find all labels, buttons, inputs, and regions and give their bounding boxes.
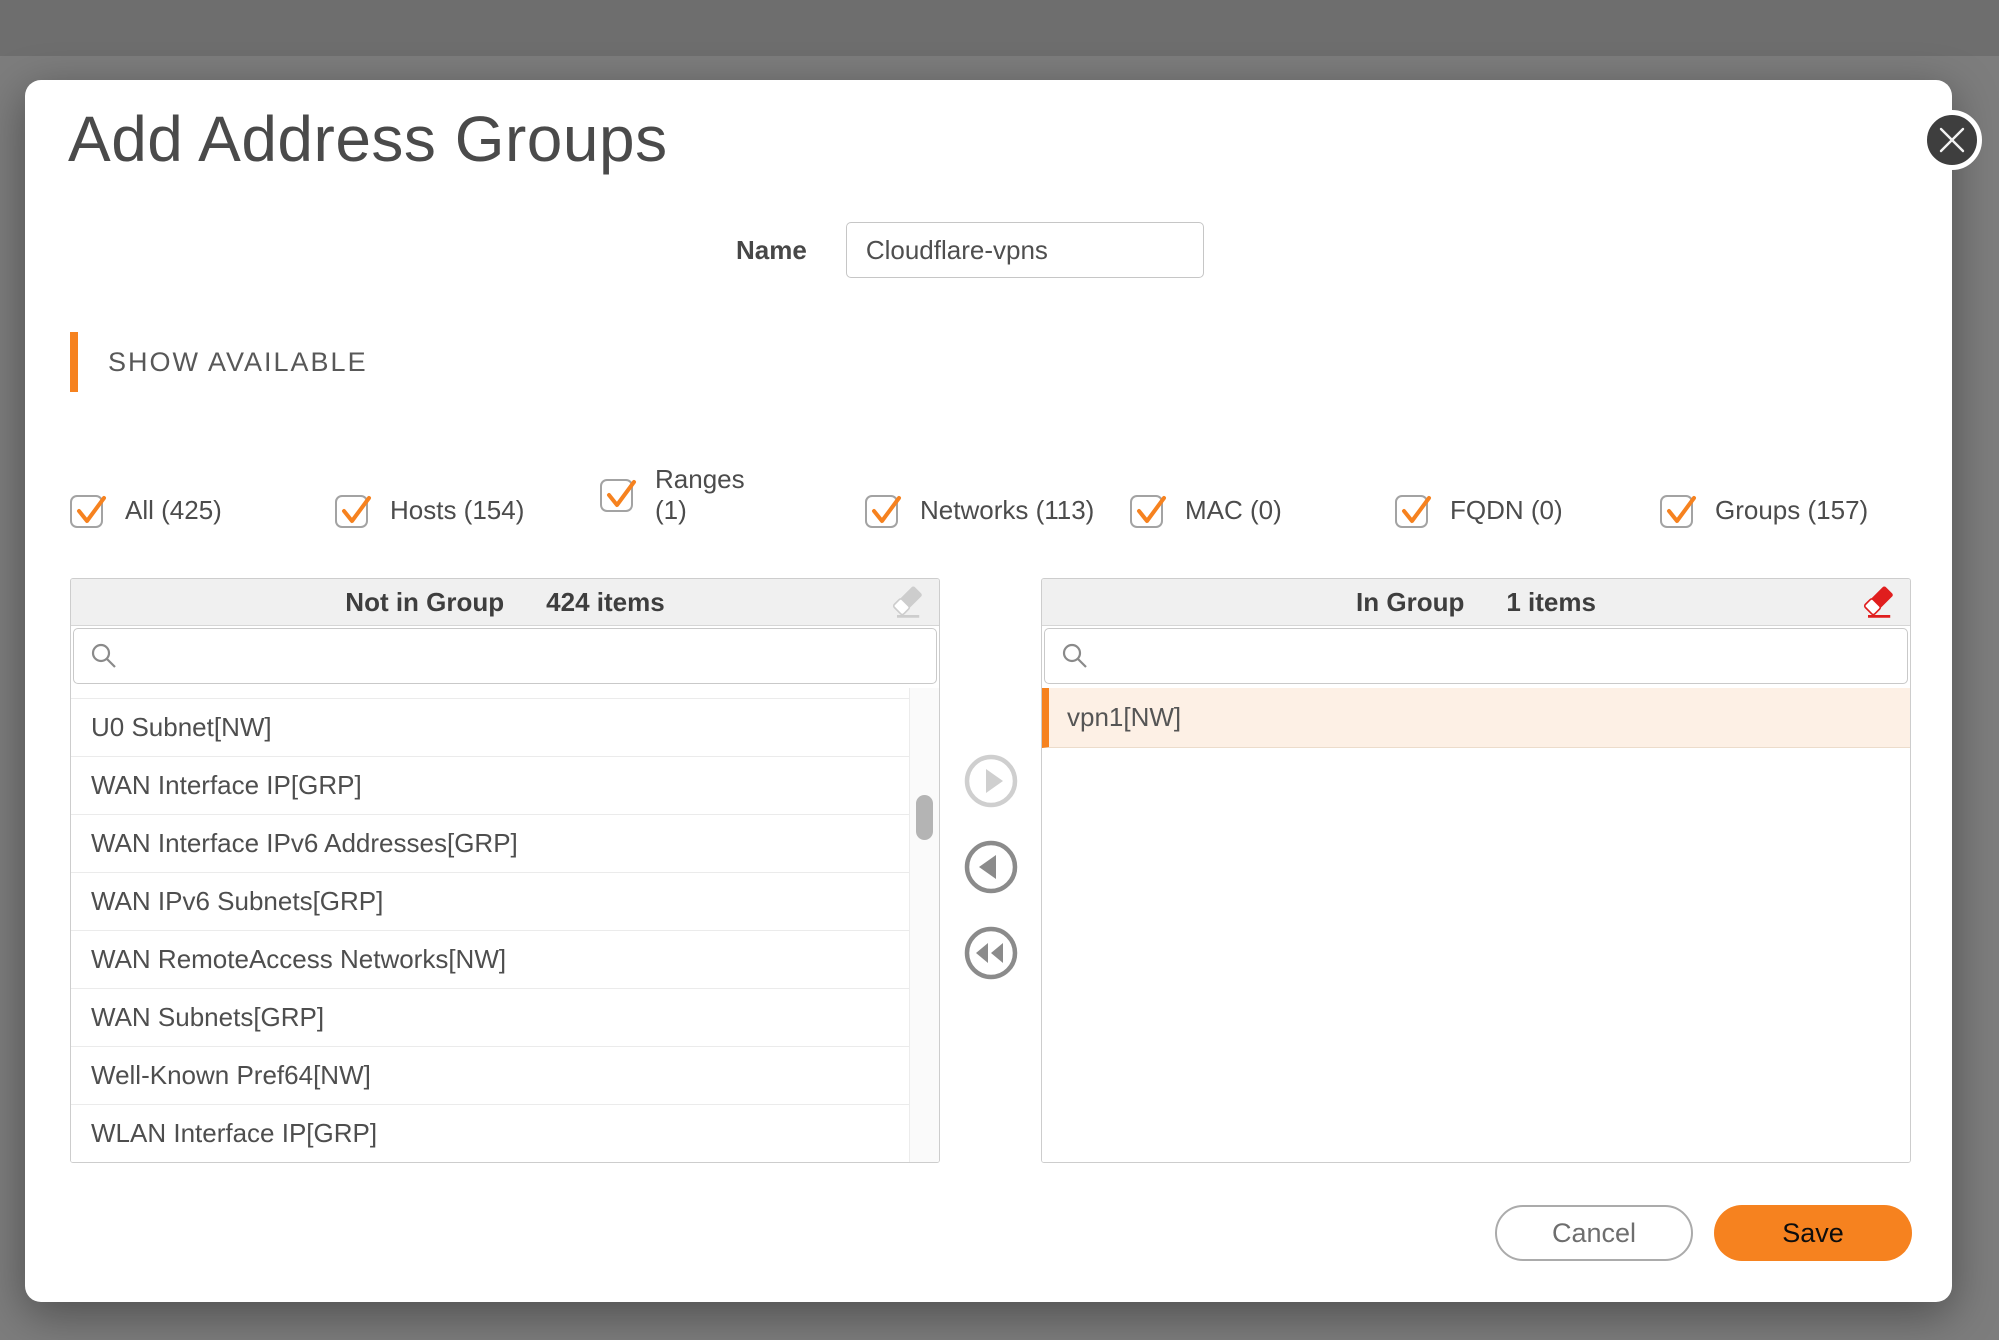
- list-item-label: U0 Subnet[NW]: [91, 712, 272, 743]
- dialog-title: Add Address Groups: [68, 102, 668, 176]
- list-item-label: WAN Interface IP[GRP]: [91, 770, 362, 801]
- list-item-label: WAN IPv6 Subnets[GRP]: [91, 886, 383, 917]
- save-button[interactable]: Save: [1714, 1205, 1912, 1261]
- filter-checkbox-item[interactable]: All (425): [70, 495, 335, 528]
- clear-in-group-eraser-icon[interactable]: [1858, 583, 1898, 623]
- list-item-label: WAN RemoteAccess Networks[NW]: [91, 944, 506, 975]
- in-group-search-row: [1044, 628, 1908, 686]
- filter-checkbox-row: All (425) Hosts (154) Ranges (1): [70, 465, 1940, 557]
- add-address-groups-dialog: Add Address Groups Name SHOW AVAILABLE A…: [25, 80, 1952, 1302]
- close-icon[interactable]: [1922, 110, 1982, 170]
- transfer-buttons: [940, 752, 1041, 982]
- not-in-group-count: 424 items: [546, 587, 665, 618]
- list-item[interactable]: WAN IPv6 Subnets[GRP]: [71, 873, 909, 931]
- list-item[interactable]: WLAN Interface IP[GRP]: [71, 1105, 909, 1162]
- list-item[interactable]: WAN RemoteAccess Networks[NW]: [71, 931, 909, 989]
- list-item-label: WAN Subnets[GRP]: [91, 1002, 324, 1033]
- filter-label: Networks (113): [920, 495, 1094, 526]
- checkbox-icon[interactable]: [865, 495, 898, 528]
- search-icon: [89, 641, 119, 671]
- filter-checkbox-item[interactable]: Hosts (154): [335, 495, 600, 528]
- not-in-group-list: U0 Subnet[NW] WAN Interface IP[GRP] WAN …: [71, 688, 939, 1162]
- filter-label: FQDN (0): [1450, 495, 1563, 526]
- not-in-group-search-row: [73, 628, 937, 686]
- in-group-panel: In Group 1 items: [1041, 578, 1911, 1163]
- checkbox-icon[interactable]: [1130, 495, 1163, 528]
- filter-checkbox-item[interactable]: Groups (157): [1660, 495, 1925, 528]
- list-item-label: WLAN Interface IP[GRP]: [91, 1118, 377, 1149]
- name-field-row: Name: [736, 222, 1204, 278]
- name-input[interactable]: [846, 222, 1204, 278]
- filter-checkbox-item[interactable]: Networks (113): [865, 495, 1130, 528]
- list-item[interactable]: Well-Known Pref64[NW]: [71, 1047, 909, 1105]
- in-group-title: In Group: [1356, 587, 1464, 618]
- checkbox-icon[interactable]: [600, 479, 633, 512]
- in-group-header: In Group 1 items: [1042, 579, 1910, 626]
- move-right-icon[interactable]: [962, 752, 1020, 810]
- checkbox-icon[interactable]: [335, 495, 368, 528]
- move-all-left-icon[interactable]: [962, 924, 1020, 982]
- filter-label: Ranges (1): [655, 464, 777, 526]
- modal-backdrop: { "dialog": { "title": "Add Address Grou…: [0, 0, 1999, 1340]
- scrollbar-track[interactable]: [909, 688, 939, 1162]
- move-left-icon[interactable]: [962, 838, 1020, 896]
- not-in-group-search-input[interactable]: [73, 628, 937, 684]
- dialog-footer: Cancel Save: [1495, 1205, 1912, 1261]
- not-in-group-panel: Not in Group 424 items: [70, 578, 940, 1163]
- filter-checkbox-item[interactable]: MAC (0): [1130, 495, 1395, 528]
- checkbox-icon[interactable]: [1660, 495, 1693, 528]
- show-available-section: SHOW AVAILABLE: [70, 332, 368, 392]
- list-item-label: Well-Known Pref64[NW]: [91, 1060, 371, 1091]
- list-item[interactable]: WAN Interface IPv6 Addresses[GRP]: [71, 815, 909, 873]
- clear-not-in-group-eraser-icon[interactable]: [887, 583, 927, 623]
- background-page-header: [0, 0, 1999, 56]
- list-item[interactable]: WAN Subnets[GRP]: [71, 989, 909, 1047]
- list-item-label: WAN Interface IPv6 Addresses[GRP]: [91, 828, 518, 859]
- checkbox-icon[interactable]: [70, 495, 103, 528]
- list-item[interactable]: WAN Interface IP[GRP]: [71, 757, 909, 815]
- not-in-group-header: Not in Group 424 items: [71, 579, 939, 626]
- accent-bar: [70, 332, 78, 392]
- list-row-partial: [71, 688, 909, 699]
- in-group-list: vpn1[NW]: [1042, 688, 1910, 1162]
- not-in-group-title: Not in Group: [345, 587, 504, 618]
- selected-list-item[interactable]: vpn1[NW]: [1042, 688, 1910, 748]
- list-item-label: vpn1[NW]: [1067, 702, 1181, 733]
- filter-checkbox-item[interactable]: FQDN (0): [1395, 495, 1660, 528]
- filter-label: Hosts (154): [390, 495, 524, 526]
- search-icon: [1060, 641, 1090, 671]
- scrollbar-thumb[interactable]: [916, 795, 933, 840]
- cancel-button[interactable]: Cancel: [1495, 1205, 1693, 1261]
- in-group-count: 1 items: [1506, 587, 1596, 618]
- filter-label: All (425): [125, 495, 222, 526]
- filter-label: Groups (157): [1715, 495, 1868, 526]
- group-membership-panels: Not in Group 424 items: [70, 578, 1911, 1163]
- list-item[interactable]: U0 Subnet[NW]: [71, 699, 909, 757]
- name-label: Name: [736, 235, 807, 266]
- in-group-search-input[interactable]: [1044, 628, 1908, 684]
- filter-checkbox-item[interactable]: Ranges (1): [600, 464, 865, 526]
- show-available-label: SHOW AVAILABLE: [108, 347, 368, 378]
- filter-label: MAC (0): [1185, 495, 1282, 526]
- checkbox-icon[interactable]: [1395, 495, 1428, 528]
